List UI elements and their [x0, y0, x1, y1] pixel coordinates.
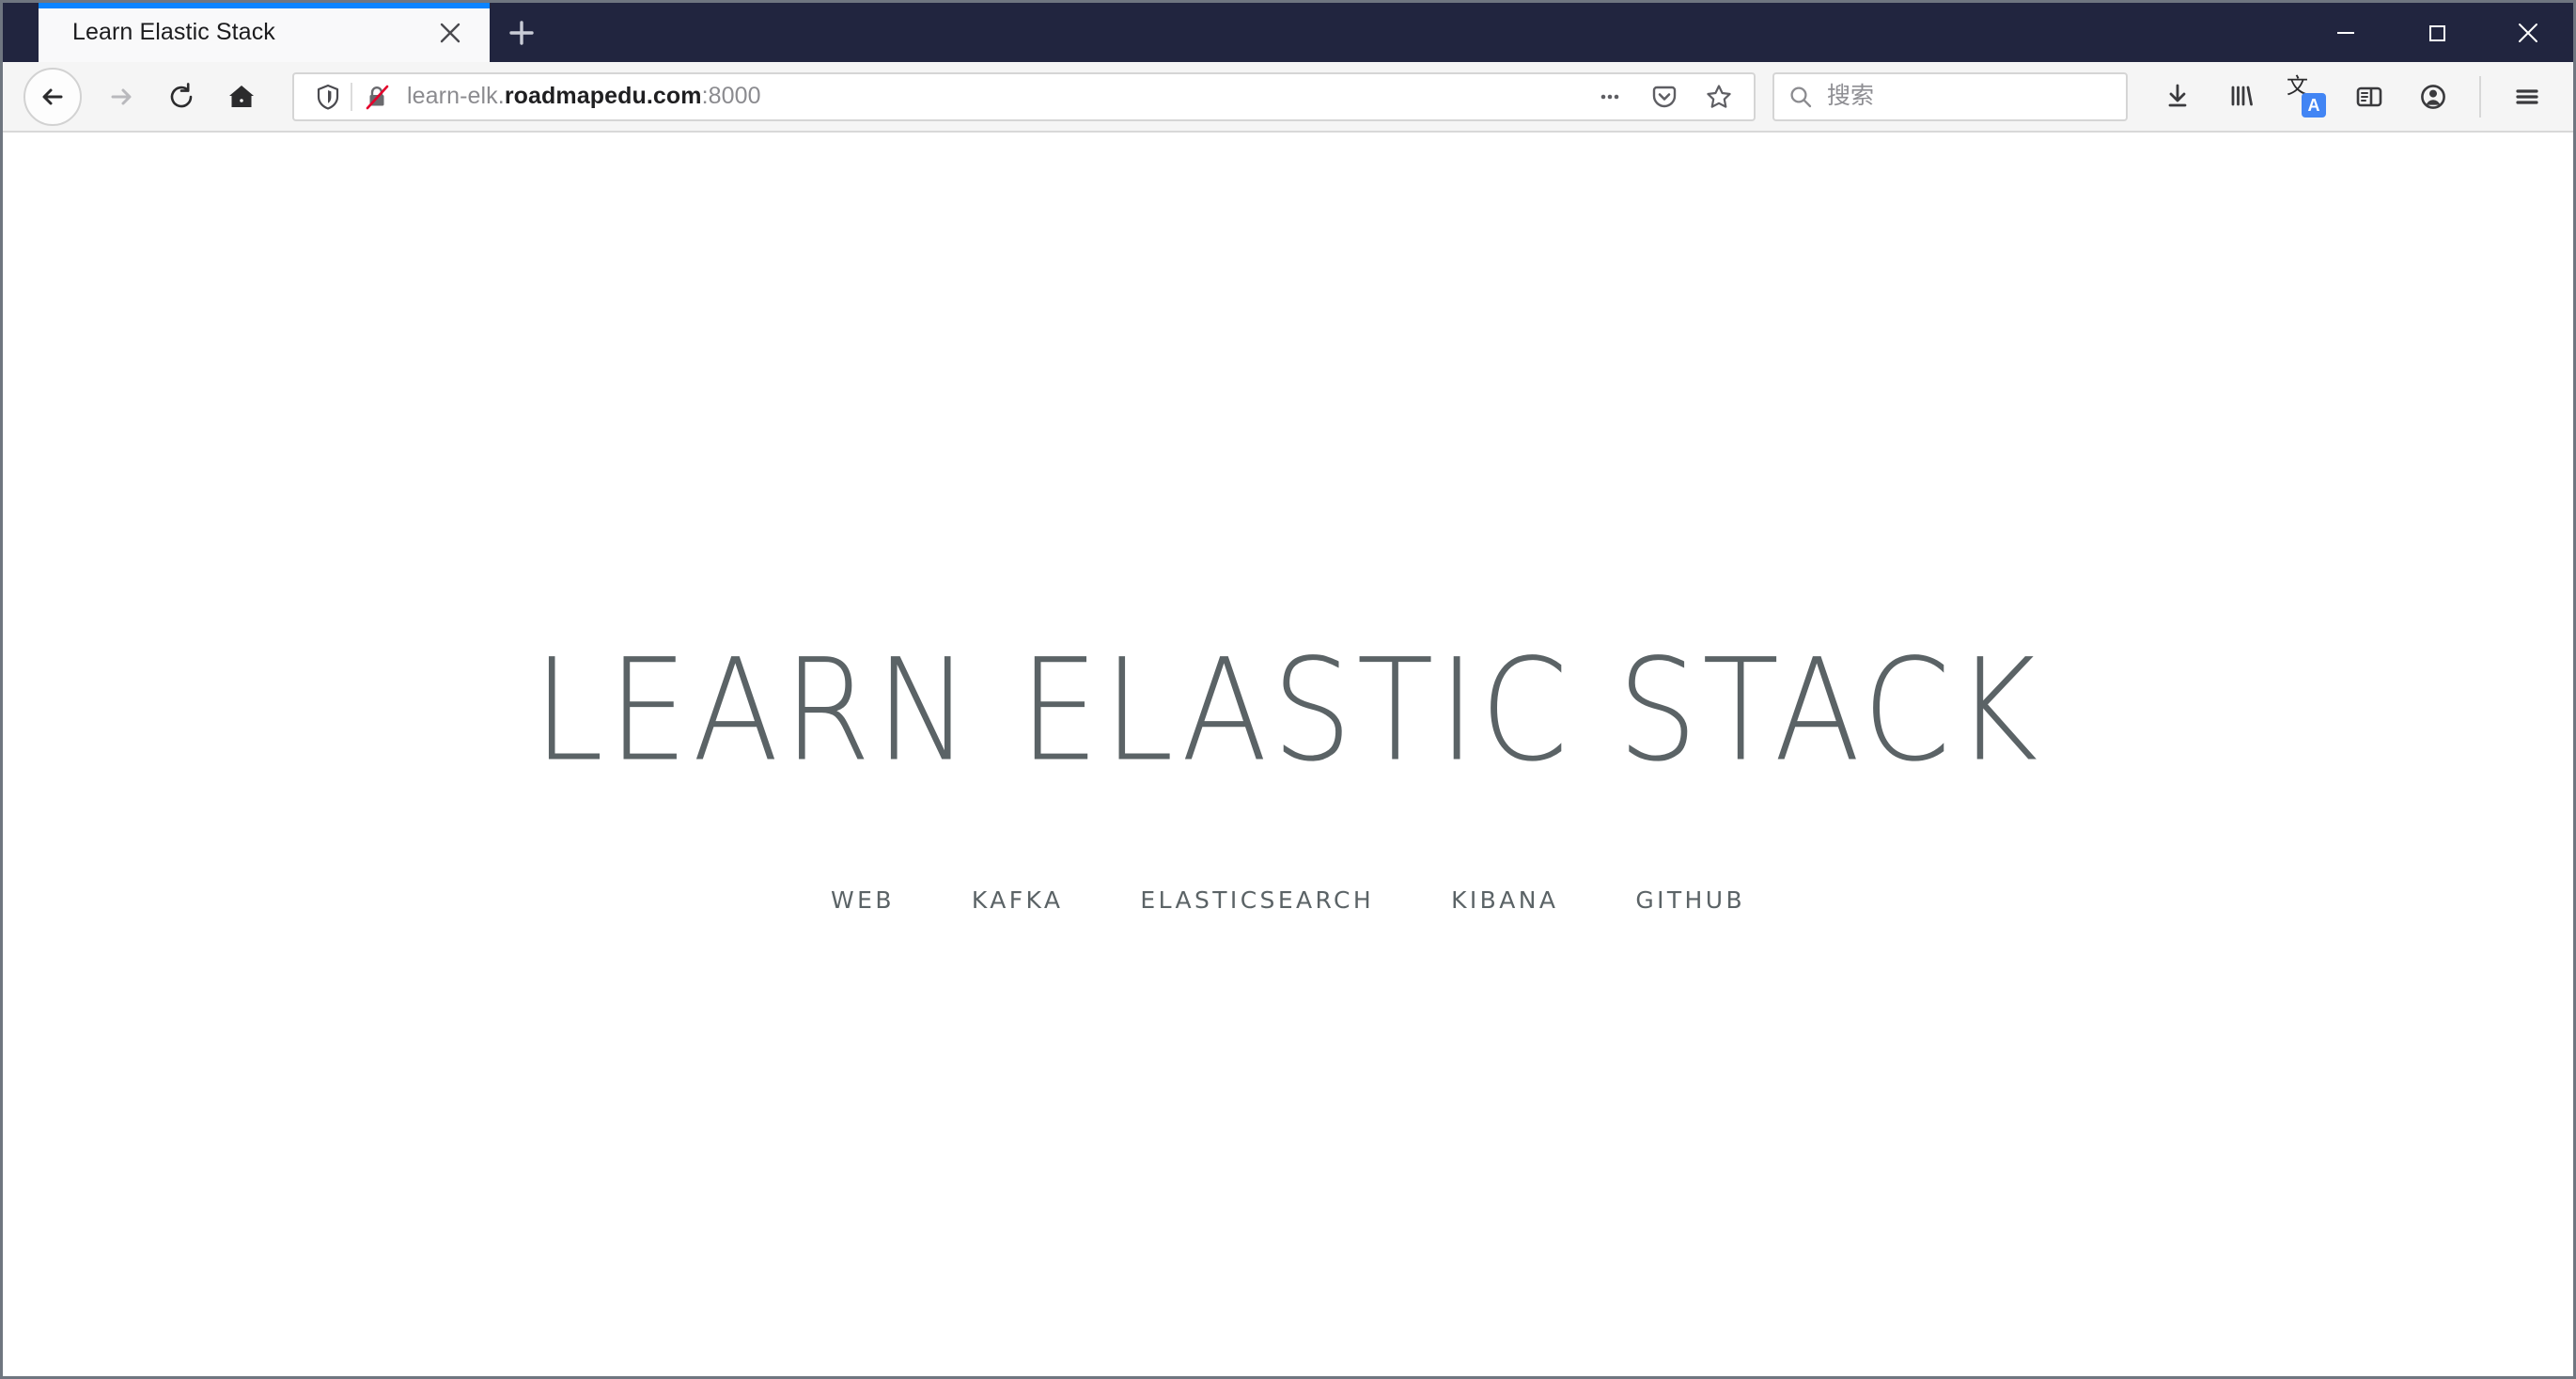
tab-strip: Learn Elastic Stack: [3, 3, 2573, 62]
tab-active-accent-bar: [39, 3, 490, 8]
library-icon: [2231, 86, 2253, 105]
minimize-icon: [2336, 31, 2354, 34]
url-bar-divider: [351, 82, 352, 111]
account-button[interactable]: [2402, 68, 2464, 126]
search-icon: [1788, 84, 1814, 110]
forward-button[interactable]: [91, 67, 151, 127]
browser-window: Learn Elastic Stack learn-elk.roadmapedu…: [0, 0, 2576, 1379]
nav-link-kafka[interactable]: KAFKA: [972, 886, 1064, 914]
translate-extension-button[interactable]: 文 A: [2274, 68, 2336, 126]
download-icon: [2168, 84, 2187, 106]
downloads-button[interactable]: [2147, 68, 2209, 126]
tracking-protection-shield-icon[interactable]: [309, 78, 347, 116]
sidebar-button[interactable]: [2338, 68, 2400, 126]
site-nav: WEB KAFKA ELASTICSEARCH KIBANA GITHUB: [3, 886, 2573, 914]
bookmark-star-icon[interactable]: [1694, 71, 1744, 122]
search-box[interactable]: [1772, 71, 2128, 121]
url-bar-actions: [1585, 71, 1744, 122]
translate-latin-glyph: A: [2302, 92, 2326, 118]
nav-link-elasticsearch[interactable]: ELASTICSEARCH: [1140, 886, 1374, 914]
nav-link-kibana[interactable]: KIBANA: [1451, 886, 1558, 914]
maximize-icon: [2428, 24, 2445, 41]
reload-icon: [170, 82, 193, 107]
home-icon: [229, 85, 254, 107]
close-window-button[interactable]: [2482, 3, 2573, 62]
hamburger-menu-icon: [2516, 88, 2538, 104]
url-suffix: :8000: [701, 83, 761, 109]
home-button[interactable]: [211, 67, 272, 127]
hero-section: LEARN ELASTIC STACK WEB KAFKA ELASTICSEA…: [3, 640, 2573, 914]
maximize-button[interactable]: [2391, 3, 2482, 62]
navigation-toolbar: learn-elk.roadmapedu.com:8000 搜索 文 A: [3, 62, 2573, 133]
insecure-lock-icon[interactable]: [358, 78, 396, 116]
window-controls: [2300, 3, 2573, 62]
plus-icon: [509, 20, 534, 45]
arrow-left-icon: [42, 88, 63, 104]
close-icon[interactable]: [431, 14, 469, 52]
url-bar[interactable]: learn-elk.roadmapedu.com:8000: [292, 71, 1756, 122]
pocket-icon[interactable]: [1639, 71, 1690, 122]
tab-strip-left-padding: [3, 3, 39, 62]
nav-link-github[interactable]: GITHUB: [1635, 886, 1745, 914]
arrow-right-icon: [111, 88, 132, 104]
sidebar-icon: [2356, 86, 2382, 106]
close-icon: [2518, 23, 2537, 42]
page-actions-icon[interactable]: [1585, 71, 1635, 122]
minimize-button[interactable]: [2300, 3, 2391, 62]
url-text: learn-elk.roadmapedu.com:8000: [396, 83, 1585, 110]
browser-tab-active[interactable]: Learn Elastic Stack: [39, 3, 490, 62]
library-button[interactable]: [2210, 68, 2272, 126]
search-input[interactable]: [1825, 82, 2113, 111]
reload-button[interactable]: [151, 67, 211, 127]
page-title: LEARN ELASTIC STACK: [533, 628, 2043, 793]
page-content: LEARN ELASTIC STACK WEB KAFKA ELASTICSEA…: [3, 133, 2573, 1376]
tab-title: Learn Elastic Stack: [72, 19, 275, 45]
account-icon: [2421, 84, 2445, 109]
url-prefix: learn-elk.: [407, 83, 505, 109]
nav-link-web[interactable]: WEB: [831, 886, 895, 914]
new-tab-button[interactable]: [490, 3, 554, 62]
translate-icon: 文 A: [2287, 75, 2326, 118]
toolbar-divider: [2479, 75, 2481, 118]
back-button[interactable]: [23, 67, 82, 126]
app-menu-button[interactable]: [2496, 68, 2558, 126]
toolbar-right-group: 文 A: [2147, 68, 2558, 126]
url-host: roadmapedu.com: [504, 83, 702, 109]
